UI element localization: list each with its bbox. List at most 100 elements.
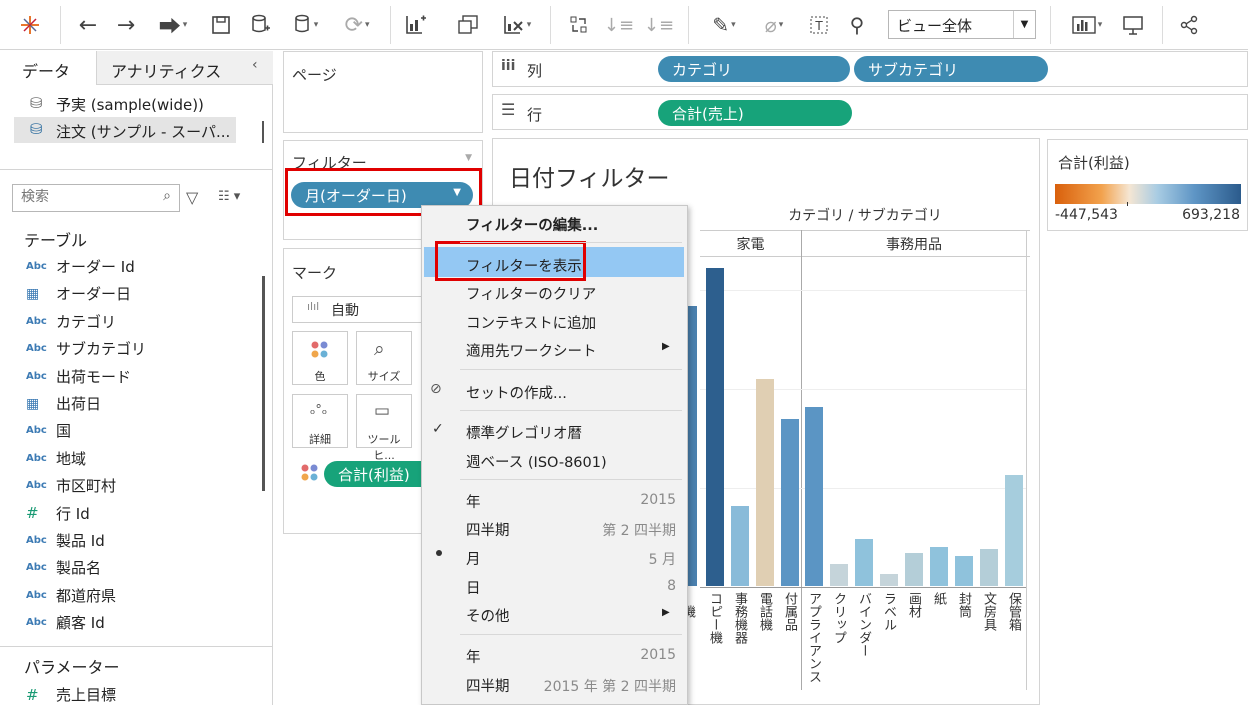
duplicate-icon[interactable] [452, 10, 484, 40]
field-item[interactable]: ▦ オーダー日 [26, 283, 131, 304]
columns-icon: iii [501, 58, 516, 74]
field-item[interactable]: Abc 国 [26, 420, 71, 441]
mark-pill-profit[interactable]: 合計(利益) [324, 461, 434, 487]
detail-button[interactable]: ₒ°ₒ 詳細 [292, 394, 348, 448]
field-name: オーダー Id [56, 258, 135, 276]
field-item[interactable]: Abc カテゴリ [26, 311, 116, 332]
group-icon[interactable]: ⌀ ▾ [752, 10, 796, 40]
field-item[interactable]: Abc 市区町村 [26, 475, 116, 496]
search-input[interactable] [13, 185, 143, 209]
menu-item-day[interactable]: 日 [466, 577, 481, 598]
show-labels-icon[interactable]: T [804, 10, 834, 40]
collapse-pane-icon[interactable]: ‹ [252, 57, 258, 73]
row-pill-sales[interactable]: 合計(売上) [658, 100, 852, 126]
new-datasource-icon[interactable] [246, 10, 276, 40]
menu-item-apply-to-worksheets[interactable]: 適用先ワークシート [466, 340, 597, 361]
rows-label: 行 [527, 106, 543, 124]
rows-shelf[interactable]: ☰ 行 合計(売上) [492, 94, 1248, 130]
show-me-icon[interactable]: ▾ [1062, 10, 1112, 40]
datasource-item-active[interactable]: 注文 (サンプル - スーパ... [56, 121, 230, 142]
bar[interactable] [1005, 475, 1023, 586]
field-item[interactable]: Abc 顧客 Id [26, 612, 105, 633]
column-pill-subcategory[interactable]: サブカテゴリ [854, 56, 1048, 82]
bar[interactable] [781, 419, 799, 586]
pin-icon[interactable]: ⚲ [842, 10, 872, 40]
color-button[interactable]: 色 [292, 331, 348, 385]
marks-label: マーク [292, 264, 338, 282]
refresh-icon[interactable]: ⟳ ▾ [334, 10, 380, 40]
menu-item-month[interactable]: 月 [466, 548, 481, 569]
bar[interactable] [706, 268, 724, 586]
fit-select[interactable]: ビュー全体 ▼ [888, 10, 1036, 39]
view-options-icon[interactable]: ☷ ▾ [218, 189, 240, 204]
bar[interactable] [880, 574, 898, 586]
column-pill-category[interactable]: カテゴリ [658, 56, 850, 82]
field-list-scrollbar[interactable] [262, 276, 265, 491]
bar[interactable] [980, 549, 998, 586]
field-item[interactable]: Abc 出荷モード [26, 366, 131, 387]
pause-datasource-icon[interactable]: ▾ [284, 10, 328, 40]
bar[interactable] [955, 556, 973, 586]
pages-card[interactable]: ページ [283, 51, 483, 133]
sort-descending-icon[interactable]: ↓≡ [644, 10, 674, 40]
field-name: オーダー日 [56, 285, 132, 304]
scrollbar[interactable] [262, 121, 264, 143]
legend-zero-tick [1127, 202, 1128, 206]
color-legend[interactable]: 合計(利益) -447,543 693,218 [1047, 139, 1248, 231]
bar[interactable] [855, 539, 873, 586]
menu-item-clear-filter[interactable]: フィルターのクリア [466, 283, 596, 304]
tooltip-button[interactable]: ▭ ツールヒ... [356, 394, 412, 462]
menu-item-add-to-context[interactable]: コンテキストに追加 [466, 312, 596, 333]
sort-ascending-icon[interactable]: ↓≡ [604, 10, 634, 40]
menu-item-quarter[interactable]: 四半期 [466, 519, 510, 540]
filter-funnel-icon[interactable]: ▽ [186, 188, 198, 207]
bar[interactable] [731, 506, 749, 586]
undo-icon[interactable]: ← [72, 10, 104, 40]
chevron-down-icon: ▼ [1013, 11, 1035, 38]
field-item[interactable]: Abc 製品名 [26, 557, 101, 578]
save-icon[interactable] [206, 10, 236, 40]
chevron-down-icon[interactable]: ▼ [465, 153, 472, 163]
menu-item-gregorian[interactable]: 標準グレゴリオ暦 [466, 422, 582, 443]
bar[interactable] [805, 407, 823, 586]
size-button[interactable]: ⌕ サイズ [356, 331, 412, 385]
submenu-arrow-icon: ▶ [662, 607, 670, 618]
menu-item-more[interactable]: その他 [466, 605, 510, 626]
bar[interactable] [830, 564, 848, 586]
tab-data[interactable]: データ [0, 51, 96, 85]
menu-item-year-exact[interactable]: 年 [466, 646, 481, 667]
share-icon[interactable] [1174, 10, 1204, 40]
parameter-item[interactable]: # 売上目標 [26, 684, 116, 705]
columns-shelf[interactable]: iii 列 カテゴリ サブカテゴリ [492, 51, 1248, 87]
field-item[interactable]: Abc 地域 [26, 448, 86, 469]
field-item[interactable]: Abc サブカテゴリ [26, 338, 146, 359]
redo-icon[interactable]: → [110, 10, 142, 40]
highlight-icon[interactable]: ✎ ▾ [702, 10, 746, 40]
field-item[interactable]: Abc 製品 Id [26, 530, 105, 551]
clear-sheet-icon[interactable]: ▾ [494, 10, 540, 40]
x-axis-label: 紙 [931, 592, 946, 605]
search-field[interactable]: ⌕ [12, 184, 180, 212]
tableau-logo-icon[interactable] [14, 10, 46, 40]
bar[interactable] [756, 379, 774, 586]
bar[interactable] [930, 547, 948, 586]
menu-item-create-set[interactable]: セットの作成... [466, 382, 567, 403]
menu-item-year[interactable]: 年 [466, 491, 481, 512]
datasource-item[interactable]: 予実 (sample(wide)) [56, 94, 204, 115]
menu-item-quarter-exact[interactable]: 四半期 [466, 675, 510, 696]
rows-icon: ☰ [501, 100, 516, 119]
menu-item-show-filter[interactable]: フィルターを表示 [466, 255, 582, 276]
field-item[interactable]: Abc 都道府県 [26, 585, 116, 606]
new-worksheet-icon[interactable] [400, 10, 432, 40]
bar[interactable] [905, 553, 923, 586]
string-type-icon: Abc [26, 589, 47, 601]
swap-rows-columns-icon[interactable] [564, 10, 594, 40]
field-item[interactable]: # 行 Id [26, 503, 90, 524]
menu-item-iso-week[interactable]: 週ベース (ISO-8601) [466, 451, 607, 472]
tab-analytics[interactable]: アナリティクス [96, 51, 273, 85]
field-item[interactable]: Abc オーダー Id [26, 256, 135, 277]
swap-icon[interactable]: ⮕ ▾ [150, 10, 196, 40]
menu-item-edit-filter[interactable]: フィルターの編集... [466, 214, 598, 235]
field-item[interactable]: ▦ 出荷日 [26, 393, 101, 414]
presentation-mode-icon[interactable] [1118, 10, 1148, 40]
